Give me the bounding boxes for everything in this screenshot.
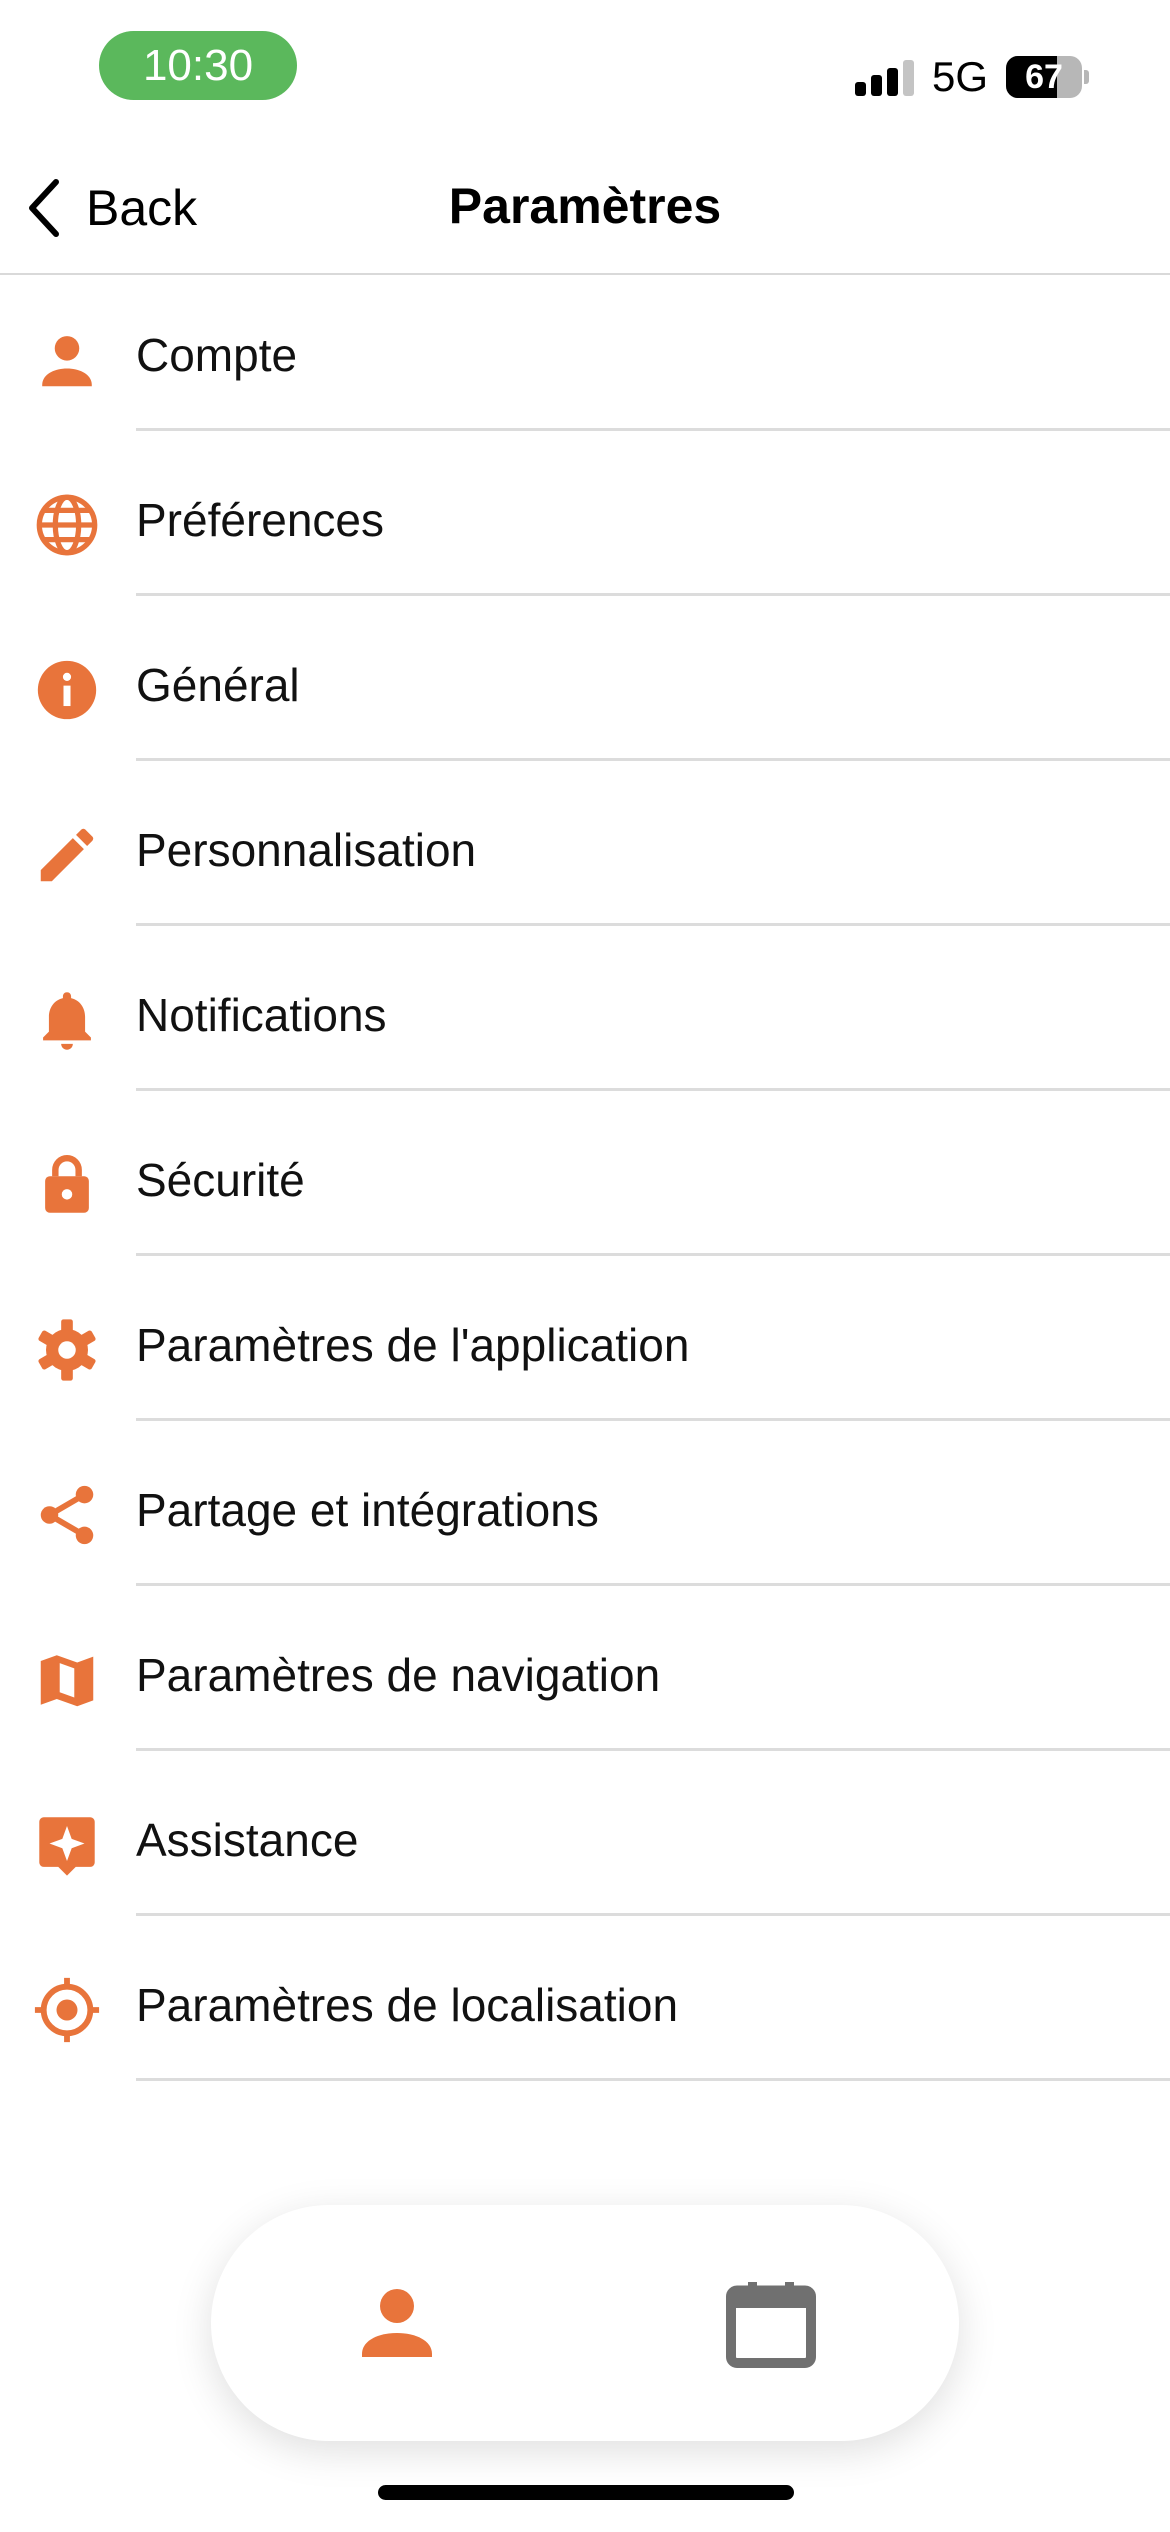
settings-row-assistance[interactable]: Assistance (0, 1760, 1170, 1925)
settings-row-label: Notifications (136, 989, 387, 1041)
settings-row-label: Sécurité (136, 1154, 305, 1206)
settings-row-label: Paramètres de l'application (136, 1319, 690, 1371)
settings-row-securite[interactable]: Sécurité (0, 1100, 1170, 1265)
row-divider (136, 923, 1170, 926)
settings-row-label: Général (136, 659, 300, 711)
tab-bar (211, 2205, 959, 2441)
settings-row-preferences[interactable]: Préférences (0, 440, 1170, 605)
cellular-signal-icon (855, 60, 915, 96)
settings-row-label: Paramètres de localisation (136, 1979, 679, 2031)
tab-profile[interactable] (337, 2263, 457, 2383)
share-icon (32, 1480, 102, 1550)
person-icon (32, 325, 102, 395)
tab-calendar[interactable] (711, 2263, 831, 2383)
settings-row-personnalisation[interactable]: Personnalisation (0, 770, 1170, 935)
row-divider (136, 1748, 1170, 1751)
settings-row-label: Paramètres de navigation (136, 1649, 661, 1701)
settings-list: Compte Préférences Général Personnalisat… (0, 275, 1170, 2090)
location-target-icon (32, 1975, 102, 2045)
row-divider (136, 1253, 1170, 1256)
row-divider (136, 1418, 1170, 1421)
status-time: 10:30 (99, 31, 297, 100)
row-divider (136, 1088, 1170, 1091)
battery-icon: 67 (1006, 56, 1089, 98)
navigation-bar: Paramètres Back (0, 140, 1170, 275)
back-button[interactable]: Back (22, 168, 197, 248)
calendar-icon (726, 2282, 816, 2368)
back-label: Back (86, 180, 198, 236)
row-divider (136, 758, 1170, 761)
settings-row-compte[interactable]: Compte (0, 275, 1170, 440)
settings-row-parametres-navigation[interactable]: Paramètres de navigation (0, 1595, 1170, 1760)
row-divider (136, 593, 1170, 596)
network-type: 5G (932, 53, 989, 100)
row-divider (136, 1583, 1170, 1586)
globe-icon (32, 490, 102, 560)
map-icon (32, 1645, 102, 1715)
sparkle-icon (32, 1810, 102, 1880)
settings-row-label: Personnalisation (136, 824, 477, 876)
bell-icon (32, 985, 102, 1055)
chevron-left-icon (29, 179, 59, 237)
settings-row-label: Préférences (136, 494, 385, 546)
row-divider (136, 1913, 1170, 1916)
person-icon (362, 2289, 432, 2357)
gear-icon (32, 1315, 102, 1385)
row-divider (136, 428, 1170, 431)
settings-row-label: Assistance (136, 1814, 359, 1866)
settings-row-parametres-application[interactable]: Paramètres de l'application (0, 1265, 1170, 1430)
status-bar: 10:30 5G 67 (0, 0, 1170, 140)
info-icon (32, 655, 102, 725)
settings-row-general[interactable]: Général (0, 605, 1170, 770)
settings-row-partage-integrations[interactable]: Partage et intégrations (0, 1430, 1170, 1595)
lock-icon (32, 1150, 102, 1220)
pencil-icon (32, 820, 102, 890)
settings-row-parametres-localisation[interactable]: Paramètres de localisation (0, 1925, 1170, 2090)
home-indicator[interactable] (378, 2485, 794, 2500)
settings-row-notifications[interactable]: Notifications (0, 935, 1170, 1100)
row-divider (136, 2078, 1170, 2081)
battery-percentage: 67 (1025, 58, 1063, 96)
settings-row-label: Partage et intégrations (136, 1484, 599, 1536)
settings-screen: 10:30 5G 67 Paramètres Back Compte Préfé… (0, 0, 1170, 2532)
settings-row-label: Compte (136, 329, 298, 381)
